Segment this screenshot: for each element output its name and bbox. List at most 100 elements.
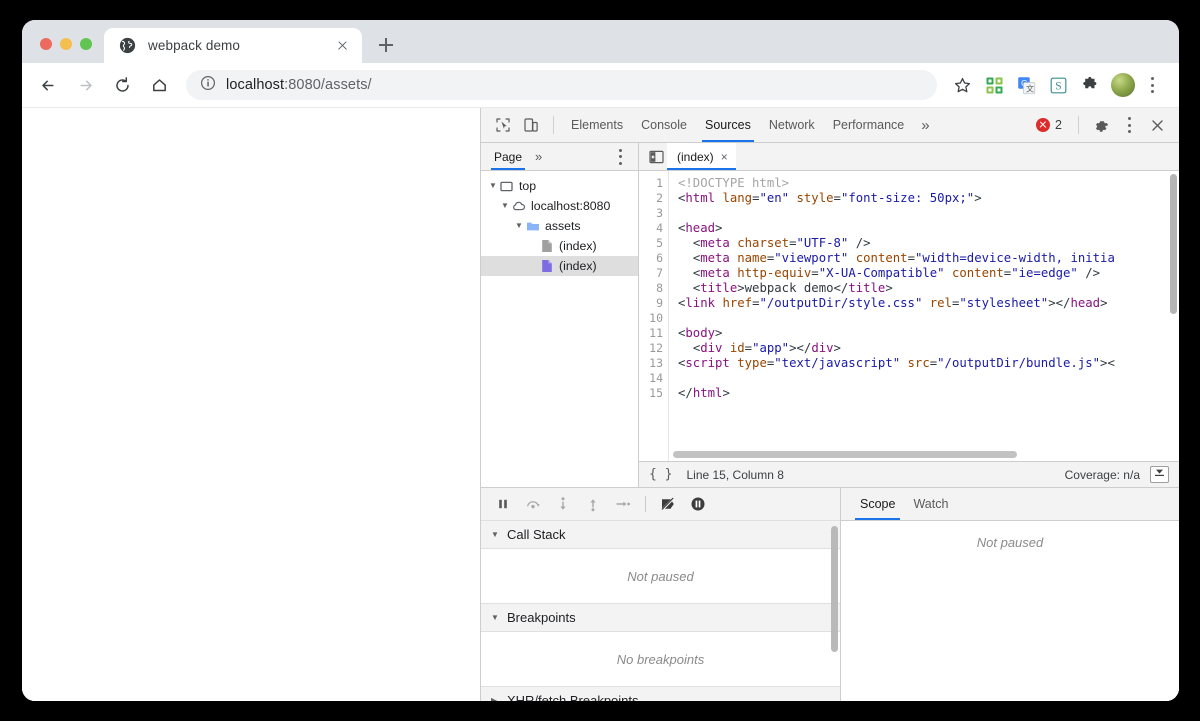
file-tree: top localhost:8080 [481,171,638,487]
code-line[interactable]: <html lang="en" style="font-size: 50px;"… [678,191,1179,206]
inspect-element-icon[interactable] [489,112,517,138]
code-line[interactable]: <meta name="viewport" content="width=dev… [678,251,1179,266]
tree-item-assets[interactable]: assets [481,216,638,236]
xhr-breakpoints-header[interactable]: XHR/fetch Breakpoints [481,687,840,701]
code-scroll-container: 1 2 3 4 5 6 7 8 9 10 11 12 13 14 15 <!DOCTYPE html> <ht… [639,171,1179,461]
gear-icon[interactable] [1087,112,1115,138]
code-editor[interactable]: 1 2 3 4 5 6 7 8 9 10 11 12 13 14 15 <!DOCTYPE html> <ht… [639,171,1179,461]
pause-resume-icon[interactable] [489,491,517,517]
code-line[interactable]: <meta charset="UTF-8" /> [678,236,1179,251]
chrome-menu-kebab-icon[interactable] [1137,70,1167,100]
tab-watch[interactable]: Watch [904,488,957,520]
navigator-more-button[interactable]: » [529,149,548,164]
home-icon[interactable] [143,69,175,101]
maximize-window-button[interactable] [80,38,92,50]
deactivate-breakpoints-icon[interactable] [654,491,682,517]
toolbar-divider-2 [1078,116,1079,134]
kebab-menu-icon[interactable] [1115,112,1143,138]
breakpoints-header[interactable]: Breakpoints [481,604,840,632]
more-tabs-button[interactable]: » [913,117,937,134]
code-horizontal-scrollbar-track[interactable] [673,451,1165,458]
code-line[interactable] [678,311,1179,326]
expand-arrow-icon[interactable] [487,182,499,190]
code-token: title [700,281,738,295]
code-line[interactable]: <div id="app"></div> [678,341,1179,356]
tree-item-top[interactable]: top [481,176,638,196]
expand-arrow-icon[interactable] [499,202,511,210]
code-horizontal-scrollbar[interactable] [673,451,1018,458]
code-line[interactable]: <meta http-equiv="X-UA-Compatible" conte… [678,266,1179,281]
close-editor-tab-button[interactable]: × [721,151,728,163]
editor-tab-index[interactable]: (index) × [667,143,736,170]
show-drawer-icon[interactable] [1150,466,1169,483]
code-token: </ [1055,296,1071,310]
step-into-icon[interactable] [549,491,577,517]
s-extension-icon[interactable]: S [1043,70,1073,100]
tree-item-index-2[interactable]: (index) [481,256,638,276]
code-vertical-scrollbar[interactable] [1170,174,1177,314]
devtools-tab-network[interactable]: Network [760,108,824,142]
page-viewport[interactable] [22,108,480,701]
code-token: html [685,191,716,205]
code-line[interactable] [678,206,1179,221]
pause-on-exceptions-icon[interactable] [684,491,712,517]
devtools-tab-console[interactable]: Console [632,108,696,142]
device-toolbar-icon[interactable] [517,112,545,138]
code-line[interactable]: <!DOCTYPE html> [678,176,1179,191]
code-line[interactable]: <body> [678,326,1179,341]
qr-code-icon[interactable] [979,70,1009,100]
pretty-print-braces-icon[interactable]: { } [649,467,672,482]
step-over-icon[interactable] [519,491,547,517]
code-token: http-equiv [737,266,812,280]
code-line[interactable]: <head> [678,221,1179,236]
code-line[interactable]: <link href="/outputDir/style.css" rel="s… [678,296,1179,311]
call-stack-header[interactable]: Call Stack [481,521,840,549]
close-tab-button[interactable] [333,36,352,55]
tree-item-index-1[interactable]: (index) [481,236,638,256]
show-navigator-icon[interactable] [645,146,667,168]
code-line[interactable] [678,371,1179,386]
svg-text:文: 文 [1026,83,1034,93]
forward-arrow-icon[interactable] [69,69,101,101]
info-circle-icon[interactable] [200,75,216,96]
address-bar[interactable]: localhost:8080/assets/ [186,70,937,100]
devtools-tab-performance[interactable]: Performance [824,108,914,142]
code-line[interactable]: <title>webpack demo</title> [678,281,1179,296]
reload-icon[interactable] [106,69,138,101]
step-out-icon[interactable] [579,491,607,517]
devtools-tab-sources[interactable]: Sources [696,108,760,142]
code-token: lang [722,191,753,205]
scope-empty-text: Not paused [976,535,1044,550]
expand-arrow-icon[interactable] [513,222,525,230]
navigator-menu-icon[interactable] [610,144,638,170]
debugger-sidebar: Call Stack Not paused Breakpoints No bre… [481,488,841,701]
code-token: > [885,281,893,295]
folder-icon [525,220,540,232]
close-devtools-icon[interactable] [1143,112,1171,138]
avatar[interactable] [1111,73,1135,97]
debugger-sidebar-scrollbar[interactable] [831,526,838,652]
minimize-window-button[interactable] [60,38,72,50]
browser-tab[interactable]: webpack demo [104,28,362,63]
puzzle-extensions-icon[interactable] [1075,70,1105,100]
tree-item-localhost[interactable]: localhost:8080 [481,196,638,216]
tab-scope[interactable]: Scope [851,488,904,520]
devtools-toolbar-right: 2 [1028,112,1179,138]
google-translate-icon[interactable]: G 文 [1011,70,1041,100]
error-count-badge[interactable]: 2 [1028,118,1070,132]
code-token: /> [1077,266,1101,280]
close-window-button[interactable] [40,38,52,50]
code-token: "font-size: 50px;" [840,191,975,205]
code-line[interactable]: </html> [678,386,1179,401]
devtools-tab-elements[interactable]: Elements [562,108,632,142]
navigator-tab-page[interactable]: Page [487,143,529,170]
code-line[interactable]: <script type="text/javascript" src="/out… [678,356,1179,371]
new-tab-button[interactable] [372,31,400,59]
back-arrow-icon[interactable] [32,69,64,101]
star-bookmark-icon[interactable] [947,70,977,100]
line-number: 14 [649,371,663,385]
step-icon[interactable] [609,491,637,517]
code-token: content [951,266,1004,280]
code-content[interactable]: <!DOCTYPE html> <html lang="en" style="fo… [669,171,1179,461]
